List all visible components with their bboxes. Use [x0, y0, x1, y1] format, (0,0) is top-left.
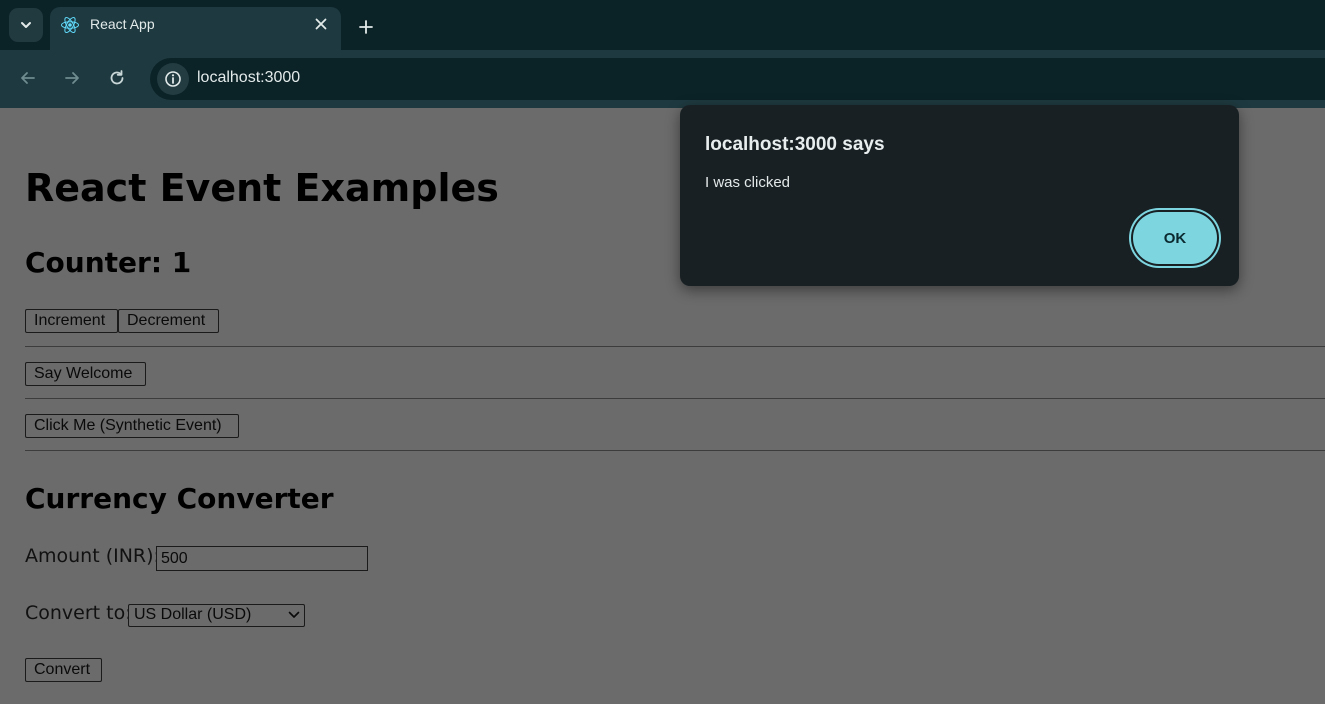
currency-converter-heading: Currency Converter — [25, 482, 334, 515]
ok-button[interactable]: OK — [1133, 212, 1217, 264]
dialog-message: I was clicked — [705, 174, 791, 191]
chevron-down-icon — [288, 611, 300, 618]
plus-icon — [359, 20, 373, 34]
divider — [25, 450, 1325, 451]
convert-to-label: Convert to: — [25, 602, 132, 624]
divider — [25, 346, 1325, 347]
chevron-down-icon — [21, 22, 31, 28]
info-icon — [165, 71, 181, 87]
back-button[interactable] — [14, 64, 42, 92]
synthetic-event-button[interactable]: Click Me (Synthetic Event) — [25, 414, 239, 438]
tab-strip: React App — [0, 0, 1325, 50]
arrow-left-icon — [21, 72, 35, 84]
react-icon — [61, 16, 79, 34]
increment-button[interactable]: Increment — [25, 309, 118, 333]
browser-toolbar: localhost:3000 — [0, 50, 1325, 108]
arrow-right-icon — [65, 72, 79, 84]
browser-tab[interactable]: React App — [50, 7, 341, 50]
divider — [25, 398, 1325, 399]
reload-icon — [110, 70, 124, 85]
alert-dialog: localhost:3000 says I was clicked OK — [680, 105, 1239, 286]
address-bar[interactable]: localhost:3000 — [150, 58, 1325, 100]
site-info-button[interactable] — [157, 63, 189, 95]
currency-select-value: US Dollar (USD) — [134, 606, 252, 623]
reload-button[interactable] — [103, 64, 131, 92]
say-welcome-button[interactable]: Say Welcome — [25, 362, 146, 386]
dialog-title: localhost:3000 says — [705, 134, 885, 155]
decrement-button[interactable]: Decrement — [118, 309, 219, 333]
currency-select[interactable]: US Dollar (USD) — [128, 604, 305, 627]
amount-label: Amount (INR): — [25, 545, 160, 567]
url-text: localhost:3000 — [197, 69, 301, 86]
amount-input[interactable] — [156, 546, 368, 571]
page-title: React Event Examples — [25, 166, 499, 210]
tab-search-button[interactable] — [9, 8, 43, 42]
close-icon[interactable] — [313, 16, 329, 32]
forward-button[interactable] — [58, 64, 86, 92]
convert-button[interactable]: Convert — [25, 658, 102, 682]
new-tab-button[interactable] — [352, 13, 380, 41]
tab-title: React App — [90, 16, 155, 32]
counter-heading: Counter: 1 — [25, 246, 192, 279]
